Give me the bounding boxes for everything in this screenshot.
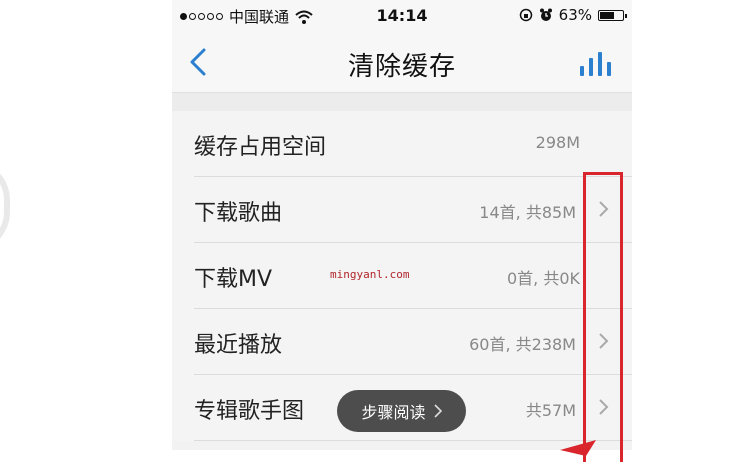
- cache-row-total: 缓存占用空间 298M: [194, 111, 632, 177]
- red-arrow-icon: [560, 440, 596, 456]
- chevron-right-icon: [599, 333, 609, 349]
- cache-row-recently-played[interactable]: 最近播放 60首, 共238M: [194, 309, 632, 375]
- decorative-arc: [0, 160, 10, 252]
- battery-percent: 63%: [558, 6, 592, 24]
- row-label: 缓存占用空间: [194, 135, 327, 160]
- row-value: 298M: [535, 133, 580, 152]
- screenshot-stage: 中国联通 14:14 63% 清除缓存 缓存占用空间 298M 下载歌曲 14首…: [0, 0, 750, 462]
- step-reading-label: 步骤阅读: [361, 403, 426, 422]
- cache-row-downloaded-songs[interactable]: 下载歌曲 14首, 共85M: [194, 177, 632, 243]
- bar-chart-icon[interactable]: [580, 50, 618, 76]
- row-label: 下载MV: [194, 267, 273, 292]
- phone-screen: 中国联通 14:14 63% 清除缓存 缓存占用空间 298M 下载歌曲 14首…: [172, 0, 632, 450]
- lock-rotation-icon: [519, 8, 532, 22]
- chevron-right-icon: [599, 201, 609, 217]
- status-bar: 中国联通 14:14 63%: [172, 0, 632, 32]
- row-value: 14首, 共85M: [479, 203, 576, 222]
- watermark-text: mingyanl.com: [330, 268, 410, 281]
- navigation-bar: 清除缓存: [172, 32, 632, 93]
- battery-icon: [598, 9, 627, 21]
- row-value: 共57M: [525, 401, 576, 420]
- chevron-right-icon: [433, 404, 442, 418]
- row-value: 60首, 共238M: [469, 335, 576, 354]
- page-title: 清除缓存: [347, 52, 456, 82]
- step-reading-button[interactable]: 步骤阅读: [337, 390, 466, 432]
- chevron-right-icon: [599, 399, 609, 415]
- row-value: 0首, 共0K: [506, 269, 580, 288]
- alarm-icon: [539, 8, 552, 21]
- cache-row-downloaded-mv[interactable]: 下载MV 0首, 共0K: [194, 243, 632, 309]
- row-label: 最近播放: [194, 333, 283, 358]
- section-spacer: [172, 93, 632, 111]
- status-right: 63%: [519, 6, 627, 24]
- row-label: 下载歌曲: [194, 201, 283, 226]
- row-label: 专辑歌手图: [194, 399, 305, 424]
